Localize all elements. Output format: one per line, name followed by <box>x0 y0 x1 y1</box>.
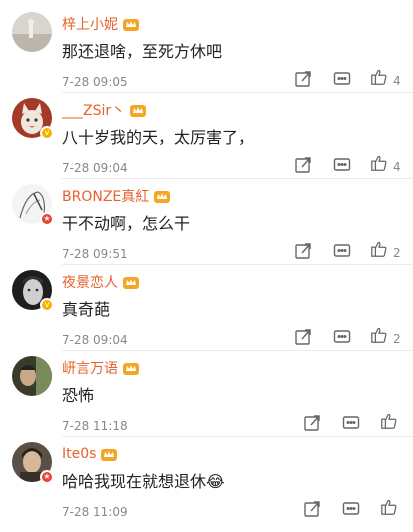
comment-time: 7-28 09:51 <box>62 247 128 261</box>
share-icon[interactable] <box>303 414 321 432</box>
verified-badge-icon: ★ <box>40 470 54 484</box>
divider <box>62 436 413 437</box>
divider <box>62 264 413 265</box>
crown-icon <box>130 104 147 117</box>
like-icon[interactable] <box>380 498 398 516</box>
comment-icon[interactable] <box>333 328 351 346</box>
comment-icon[interactable] <box>342 414 360 432</box>
divider <box>62 178 413 179</box>
avatar-photo-icon <box>12 356 52 396</box>
avatar[interactable] <box>12 12 52 52</box>
comment-time: 7-28 09:04 <box>62 333 128 347</box>
share-icon[interactable] <box>294 328 312 346</box>
like-count: 2 <box>393 332 401 346</box>
like-icon[interactable] <box>370 68 388 86</box>
verified-badge-icon: v <box>40 298 54 312</box>
crown-icon <box>101 448 118 461</box>
username[interactable]: Ite0s <box>62 446 96 462</box>
like-icon[interactable] <box>380 412 398 430</box>
comment-text: 恐怖 <box>62 386 95 405</box>
comment-text: 八十岁我的天，太厉害了， <box>62 128 255 147</box>
comment-icon[interactable] <box>333 70 351 88</box>
comment-text: 干不动啊，怎么干 <box>62 214 191 233</box>
comment-list: 梓上小妮 那还退啥，至死方休吧 7-28 09:05 4 v ___ZSir丶 … <box>0 0 413 532</box>
username[interactable]: 梓上小妮 <box>62 14 118 34</box>
comment-text: 哈哈我现在就想退休😂 <box>62 472 225 491</box>
avatar[interactable]: v <box>12 98 54 140</box>
verified-badge-icon: v <box>40 126 54 140</box>
avatar[interactable]: ★ <box>12 442 54 484</box>
avatar[interactable]: v <box>12 270 54 312</box>
username[interactable]: BRONZE真紅 <box>62 186 149 206</box>
share-icon[interactable] <box>294 156 312 174</box>
comment-text: 真奇葩 <box>62 300 111 319</box>
avatar[interactable]: ★ <box>12 184 54 226</box>
like-count: 4 <box>393 160 401 174</box>
avatar-landscape-icon <box>12 12 52 52</box>
comment-icon[interactable] <box>342 500 360 518</box>
comment-icon[interactable] <box>333 156 351 174</box>
like-icon[interactable] <box>370 326 388 344</box>
like-count: 2 <box>393 246 401 260</box>
username[interactable]: 岍言万语 <box>62 358 118 378</box>
share-icon[interactable] <box>303 500 321 518</box>
avatar[interactable] <box>12 356 52 396</box>
like-icon[interactable] <box>370 154 388 172</box>
like-count: 4 <box>393 74 401 88</box>
comment-time: 7-28 11:09 <box>62 505 128 519</box>
share-icon[interactable] <box>294 70 312 88</box>
crown-icon <box>123 362 139 375</box>
crown-icon <box>123 18 139 31</box>
comment-time: 7-28 11:18 <box>62 419 128 433</box>
comment-icon[interactable] <box>333 242 351 260</box>
verified-badge-icon: ★ <box>40 212 54 226</box>
username[interactable]: 夜景恋人 <box>62 272 118 292</box>
comment-time: 7-28 09:05 <box>62 75 128 89</box>
crown-icon <box>154 190 171 203</box>
crown-icon <box>123 276 139 289</box>
username[interactable]: ___ZSir丶 <box>62 100 125 120</box>
share-icon[interactable] <box>294 242 312 260</box>
divider <box>62 92 413 93</box>
comment-time: 7-28 09:04 <box>62 161 128 175</box>
comment-text: 那还退啥，至死方休吧 <box>62 42 223 61</box>
like-icon[interactable] <box>370 240 388 258</box>
divider <box>62 350 413 351</box>
